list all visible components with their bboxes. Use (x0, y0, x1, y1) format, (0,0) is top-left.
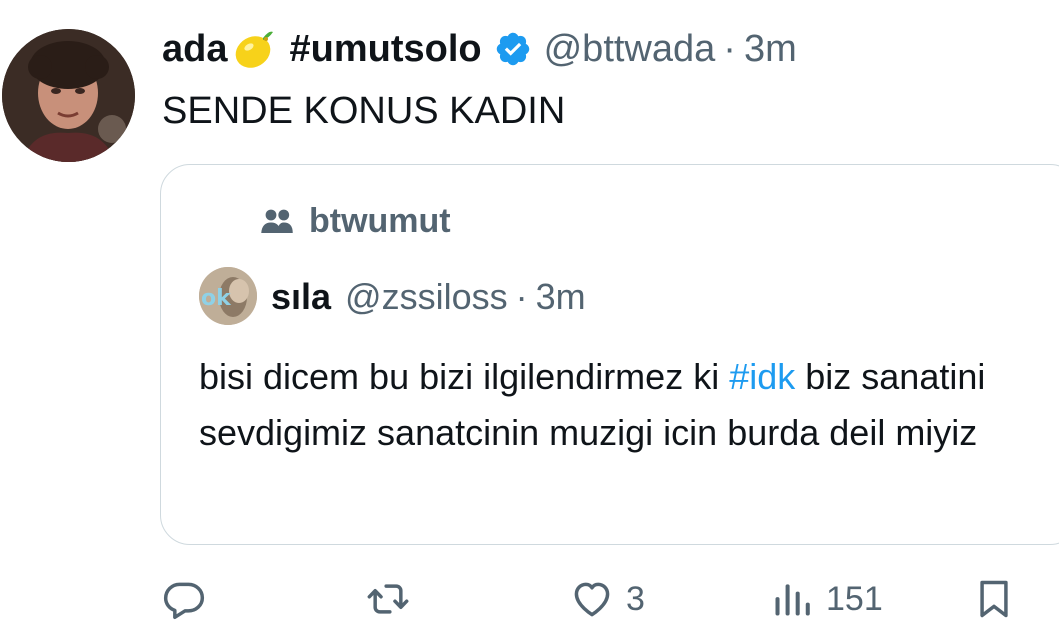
separator-dot: · (515, 276, 528, 317)
tweet-header: ada #umutsolo @bttwada · 3m (162, 24, 797, 74)
author-display-name-hashtag[interactable]: #umutsolo (289, 24, 481, 74)
like-button[interactable]: 3 (570, 572, 645, 626)
reply-button[interactable] (162, 572, 218, 626)
quoted-text-before: bisi dicem bu bizi ilgilendirmez ki (199, 356, 730, 397)
author-avatar[interactable] (2, 29, 135, 162)
tweet-text: SENDE KONUS KADIN (162, 90, 566, 132)
quoted-tweet-header: sıla @zssiloss · 3m (271, 275, 586, 319)
community-name: btwumut (309, 201, 451, 240)
community-icon (261, 209, 293, 233)
tweet-action-bar: 3 151 (0, 572, 1059, 626)
retweet-icon (367, 584, 409, 614)
hashtag-link[interactable]: #idk (729, 356, 795, 397)
retweet-button[interactable] (366, 572, 422, 626)
verified-badge-icon[interactable] (494, 30, 532, 68)
like-count: 3 (626, 579, 645, 618)
author-display-name[interactable]: ada (162, 24, 227, 74)
quoted-tweet-text: bisi dicem bu bizi ilgilendirmez ki #idk… (199, 349, 1059, 461)
reply-icon (163, 582, 205, 620)
community-label[interactable]: btwumut (259, 201, 451, 241)
author-handle[interactable]: @bttwada (544, 24, 716, 74)
author-avatar-image (2, 29, 135, 162)
views-bar-chart-icon (775, 584, 810, 616)
quoted-author-name[interactable]: sıla (271, 276, 331, 318)
quoted-avatar-text: ok (201, 286, 232, 311)
quoted-author-handle[interactable]: @zssiloss (345, 276, 508, 318)
heart-icon (574, 582, 610, 617)
view-count: 151 (826, 579, 883, 618)
quoted-avatar-image: ok (199, 267, 257, 325)
quoted-tweet-card[interactable]: btwumut ok sıla @zssiloss · 3m bisi dice… (160, 164, 1059, 545)
quoted-tweet-timestamp[interactable]: 3m (536, 276, 586, 318)
tweet-timestamp[interactable]: 3m (744, 24, 797, 74)
bookmark-button[interactable] (972, 572, 1016, 626)
separator-dot: · (723, 28, 736, 70)
lemon-icon (229, 26, 275, 72)
views-button[interactable]: 151 (770, 572, 883, 626)
bookmark-icon (980, 580, 1008, 618)
quoted-author-avatar[interactable]: ok (199, 267, 257, 325)
